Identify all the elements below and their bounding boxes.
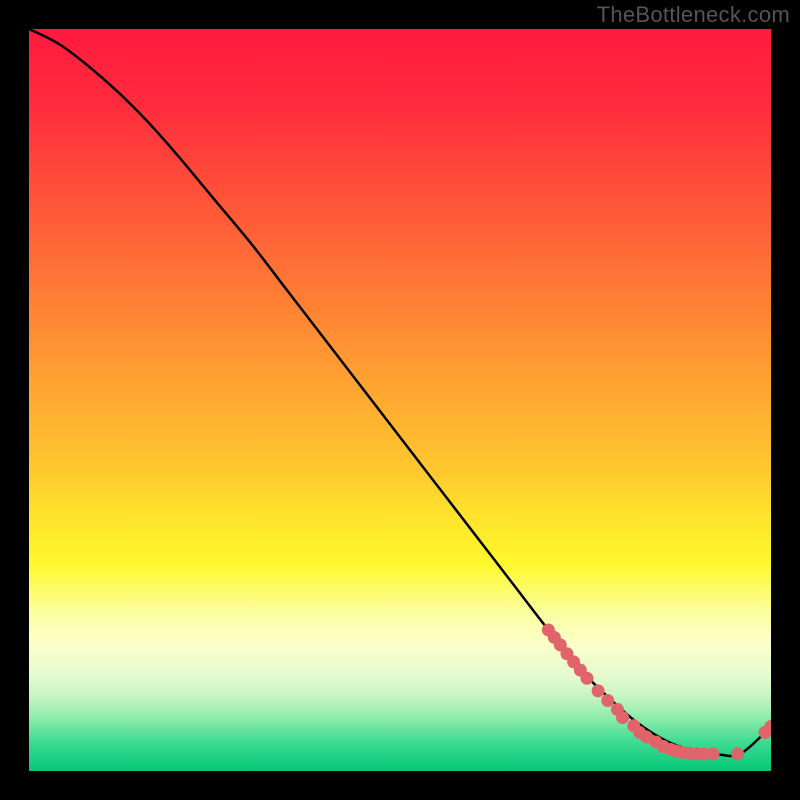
data-point — [616, 711, 629, 724]
data-point — [592, 684, 605, 697]
chart-svg — [29, 29, 771, 771]
data-point — [731, 747, 744, 760]
chart-stage: TheBottleneck.com — [0, 0, 800, 800]
data-point — [580, 672, 593, 685]
gradient-background — [29, 29, 771, 771]
data-point — [601, 694, 614, 707]
plot-area — [29, 29, 771, 771]
data-point — [707, 747, 720, 760]
watermark-text: TheBottleneck.com — [597, 2, 790, 28]
